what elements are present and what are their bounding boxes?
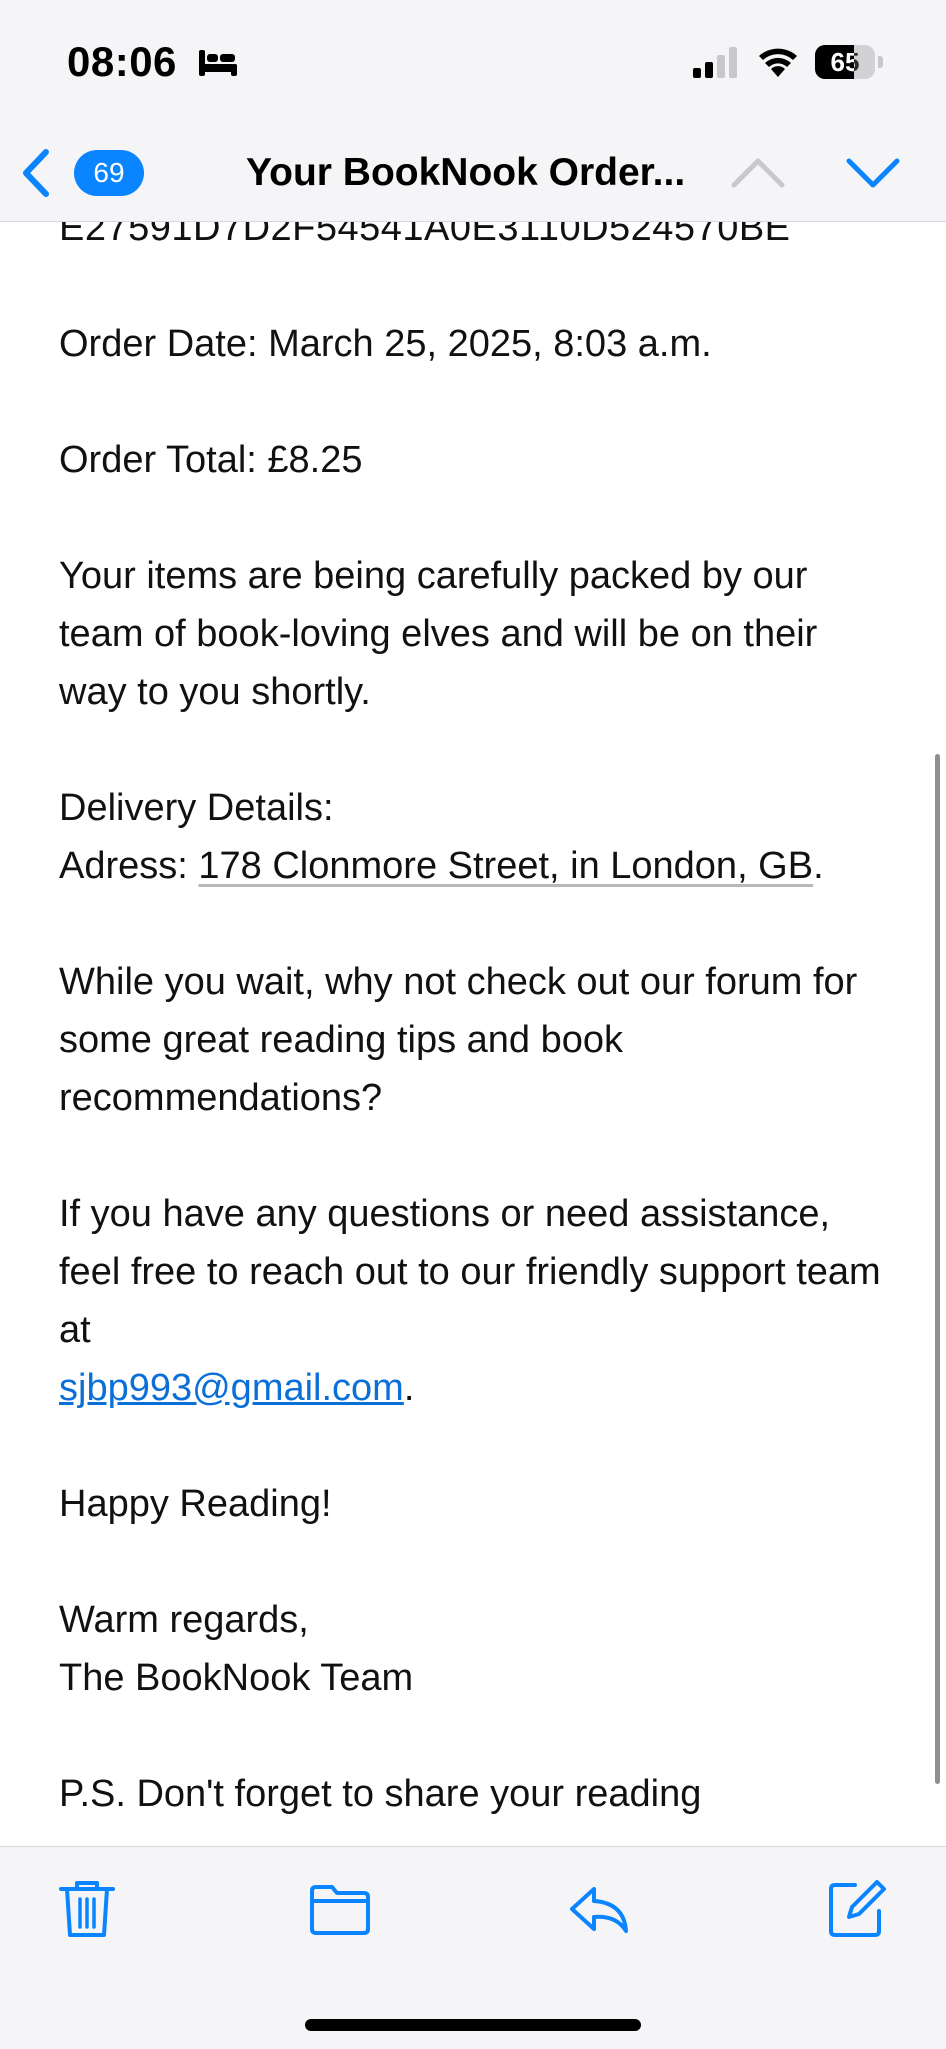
email-content: E27591D7D2F54541A0E3110D524570BE Order D… <box>59 222 889 1846</box>
chevron-up-icon[interactable] <box>730 145 786 201</box>
address-suffix: . <box>813 845 824 887</box>
unread-count-badge: 69 <box>74 150 144 196</box>
back-chevron-icon <box>23 149 49 197</box>
email-subject-title: Your BookNook Order... <box>246 151 686 194</box>
sleep-mode-icon <box>199 50 237 76</box>
home-indicator[interactable] <box>305 2019 641 2031</box>
bottom-toolbar <box>0 1846 946 2049</box>
order-date: Order Date: March 25, 2025, 8:03 a.m. <box>59 323 712 365</box>
back-button[interactable]: 69 <box>18 143 144 203</box>
order-total: Order Total: £8.25 <box>59 439 363 481</box>
signoff: Warm regards, <box>59 1599 309 1641</box>
email-body[interactable]: E27591D7D2F54541A0E3110D524570BE Order D… <box>0 222 946 1846</box>
support-suffix: . <box>403 1367 415 1409</box>
battery-icon: 65 <box>815 45 883 79</box>
signature: Warm regards, The BookNook Team <box>59 1591 889 1707</box>
packing-message: Your items are being carefully packed by… <box>59 555 818 713</box>
compose-icon[interactable] <box>825 1877 889 1941</box>
address-link[interactable]: 178 Clonmore Street, in London, GB <box>198 845 813 887</box>
wifi-icon <box>759 48 797 77</box>
reply-icon[interactable] <box>568 1877 632 1941</box>
support-email-link[interactable]: sjbp993@gmail.com <box>59 1367 404 1409</box>
ps-line: P.S. Don't forget to share your reading <box>59 1773 702 1815</box>
status-bar: 08:06 65 <box>0 0 946 125</box>
address-label: Adress: <box>59 845 199 887</box>
support-message: If you have any questions or need assist… <box>59 1193 881 1351</box>
support-paragraph: If you have any questions or need assist… <box>59 1185 889 1417</box>
navigation-bar: 69 Your BookNook Order... <box>0 125 946 222</box>
status-time: 08:06 <box>67 38 177 85</box>
happy-reading: Happy Reading! <box>59 1483 332 1525</box>
order-id-line: E27591D7D2F54541A0E3110D524570BE <box>59 222 791 249</box>
battery-level: 65 <box>830 47 860 77</box>
delivery-details: Delivery Details: Adress: 178 Clonmore S… <box>59 779 889 895</box>
team-name: The BookNook Team <box>59 1657 414 1699</box>
forum-message: While you wait, why not check out our fo… <box>59 961 858 1119</box>
trash-icon[interactable] <box>55 1877 119 1941</box>
cellular-signal-icon <box>693 47 737 78</box>
folder-icon[interactable] <box>308 1877 372 1941</box>
delivery-heading: Delivery Details: <box>59 787 334 829</box>
chevron-down-icon[interactable] <box>845 145 901 201</box>
scroll-indicator[interactable] <box>935 754 940 1784</box>
